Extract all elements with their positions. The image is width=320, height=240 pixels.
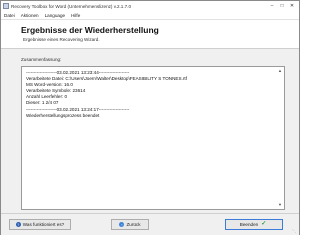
- menu-bar: Datei Aktionen Language Hilfe: [1, 11, 299, 20]
- app-icon: [3, 3, 9, 9]
- resize-grip-icon[interactable]: ⋱: [292, 228, 298, 234]
- menu-datei[interactable]: Datei: [4, 13, 15, 18]
- menu-aktionen[interactable]: Aktionen: [21, 13, 39, 18]
- checkmark-icon: ✓: [261, 221, 267, 227]
- close-icon[interactable]: ✕: [287, 1, 297, 11]
- menu-language[interactable]: Language: [45, 13, 65, 18]
- app-window: Recovery Toolbox for Word (Unternehmensl…: [0, 0, 300, 235]
- page-title: Ergebnisse der Wiederherstellung: [21, 25, 159, 35]
- log-line: Wiederherstellungsprozess beendet: [26, 112, 100, 118]
- scroll-up-icon[interactable]: ▲: [277, 68, 283, 74]
- summary-label: Zusammenfassung:: [21, 57, 62, 62]
- help-button[interactable]: ? Was funktioniert es?: [9, 219, 71, 230]
- menu-hilfe[interactable]: Hilfe: [71, 13, 80, 18]
- back-button-label: Zurück: [126, 222, 141, 227]
- maximize-icon[interactable]: □: [277, 1, 287, 11]
- summary-log[interactable]: --------------------03.02.2021 13:23:44-…: [21, 66, 285, 210]
- wizard-footer: ? Was funktioniert es? ‹ Zurück Beenden …: [1, 213, 299, 235]
- title-bar: Recovery Toolbox for Word (Unternehmensl…: [1, 1, 299, 11]
- page-subtitle: Ergebnisse eines Recovering Wizard.: [23, 37, 100, 42]
- finish-button-label: Beenden: [239, 222, 259, 227]
- minimize-icon[interactable]: –: [267, 1, 277, 11]
- wizard-header: Ergebnisse der Wiederherstellung Ergebni…: [1, 20, 299, 49]
- window-title: Recovery Toolbox for Word (Unternehmensl…: [11, 3, 132, 9]
- back-button[interactable]: ‹ Zurück: [111, 219, 149, 230]
- content-area: Zusammenfassung: --------------------03.…: [1, 48, 299, 213]
- help-button-label: Was funktioniert es?: [22, 222, 65, 227]
- back-arrow-icon: ‹: [119, 222, 125, 227]
- finish-button[interactable]: Beenden ✓: [225, 219, 283, 230]
- scroll-down-icon[interactable]: ▼: [277, 202, 283, 208]
- help-icon: ?: [15, 222, 21, 227]
